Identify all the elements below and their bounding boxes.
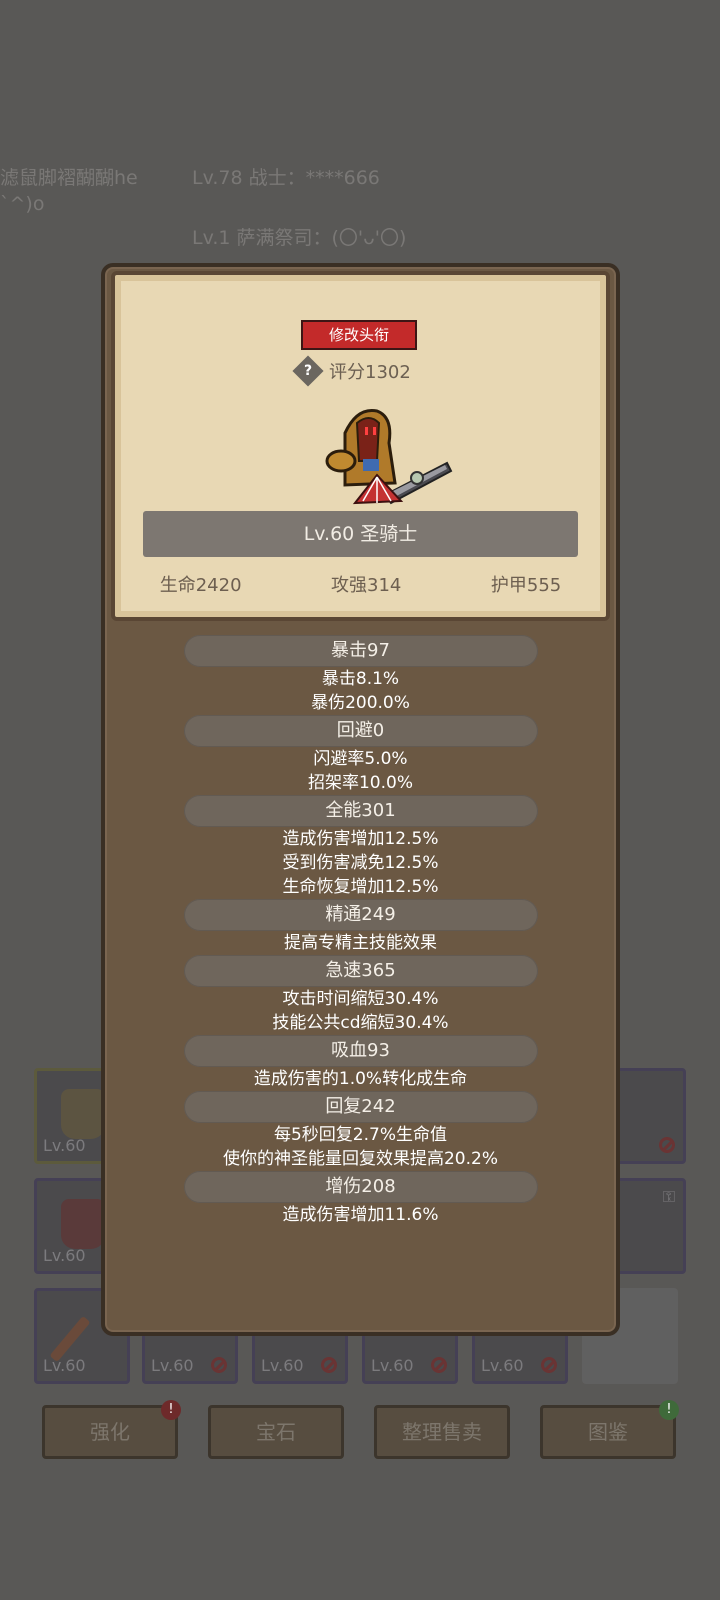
character-detail-modal: 修改头衔 ? 评分1302 Lv.60 圣骑士 生命2420 攻强314 护甲5… — [101, 263, 620, 1336]
slot-level: Lv.60 — [43, 1246, 86, 1265]
chat-line: Lv.78 战士：****666 — [192, 167, 380, 189]
attr-line: 造成伤害的1.0%转化成生命 — [253, 1069, 468, 1089]
score-value: 评分1302 — [329, 362, 411, 383]
attr-line: 提高专精主技能效果 — [284, 933, 437, 953]
attr-line: 攻击时间缩短30.4% — [282, 989, 439, 1009]
score-row: ? 评分1302 — [292, 355, 411, 387]
help-icon[interactable]: ? — [292, 355, 324, 387]
button-label: 宝石 — [256, 1420, 296, 1444]
attr-header-mastery: 精通249 — [183, 899, 538, 931]
slot-level: Lv.60 — [481, 1356, 524, 1375]
edit-title-button[interactable]: 修改头衔 — [301, 320, 417, 350]
stat-health: 生命2420 — [159, 575, 242, 596]
attr-header-damage-bonus: 增伤208 — [183, 1171, 538, 1203]
ban-icon — [321, 1357, 337, 1373]
attr-line: 每5秒回复2.7%生命值 — [273, 1125, 447, 1145]
button-label: 图鉴 — [588, 1420, 628, 1444]
ban-icon — [659, 1137, 675, 1153]
chat-line: `^)o — [0, 193, 45, 215]
attr-line: 闪避率5.0% — [313, 749, 408, 769]
attr-line: 造成伤害增加12.5% — [282, 829, 439, 849]
alert-icon: ! — [659, 1400, 679, 1420]
attr-line: 暴伤200.0% — [311, 693, 410, 713]
attr-line: 暴击8.1% — [321, 669, 400, 689]
attr-line: 招架率10.0% — [307, 773, 413, 793]
attr-header-crit: 暴击97 — [183, 635, 538, 667]
ban-icon — [431, 1357, 447, 1373]
attr-header-recovery: 回复242 — [183, 1091, 538, 1123]
slot-level: Lv.60 — [261, 1356, 304, 1375]
attr-header-versatility: 全能301 — [183, 795, 538, 827]
chat-line: Lv.1 萨满祭司：(〇'ᴗ'〇) — [192, 227, 407, 249]
paladin-avatar-icon — [325, 408, 453, 505]
class-level-label: Lv.60 圣骑士 — [143, 511, 578, 557]
attr-line: 受到伤害减免12.5% — [282, 853, 439, 873]
armor-icon — [61, 1199, 105, 1249]
attr-header-haste: 急速365 — [183, 955, 538, 987]
stat-attack-power: 攻强314 — [331, 575, 402, 596]
attr-line: 技能公共cd缩短30.4% — [272, 1013, 449, 1033]
attribute-list: 暴击97 暴击8.1% 暴伤200.0% 回避0 闪避率5.0% 招架率10.0… — [111, 635, 610, 1227]
ban-icon — [211, 1357, 227, 1373]
enhance-button[interactable]: 强化 ! — [42, 1400, 181, 1459]
slot-level: Lv.60 — [371, 1356, 414, 1375]
sort-sell-button[interactable]: 整理售卖 — [374, 1405, 510, 1459]
codex-button[interactable]: 图鉴 ! — [540, 1400, 679, 1459]
button-label: 整理售卖 — [402, 1420, 482, 1444]
lock-icon: ⚿ — [662, 1187, 675, 1206]
attr-header-leech: 吸血93 — [183, 1035, 538, 1067]
help-glyph: ? — [303, 363, 313, 379]
chat-line: 滤鼠脚褶醐醐he — [0, 167, 138, 189]
slot-level: Lv.60 — [43, 1136, 86, 1155]
alert-icon: ! — [161, 1400, 181, 1420]
slot-level: Lv.60 — [43, 1356, 86, 1375]
attr-line: 生命恢复增加12.5% — [282, 877, 439, 897]
armor-icon — [61, 1089, 105, 1139]
stat-armor: 护甲555 — [490, 575, 562, 596]
attr-line: 使你的神圣能量回复效果提高20.2% — [222, 1149, 498, 1169]
button-label: 强化 — [90, 1420, 130, 1444]
attr-header-avoidance: 回避0 — [183, 715, 538, 747]
ban-icon — [541, 1357, 557, 1373]
attr-line: 造成伤害增加11.6% — [282, 1205, 439, 1225]
character-card: 修改头衔 ? 评分1302 Lv.60 圣骑士 生命2420 攻强314 护甲5… — [111, 271, 610, 621]
slot-level: Lv.60 — [151, 1356, 194, 1375]
gem-button[interactable]: 宝石 — [208, 1405, 344, 1459]
base-stats: 生命2420 攻强314 护甲555 — [115, 571, 606, 597]
